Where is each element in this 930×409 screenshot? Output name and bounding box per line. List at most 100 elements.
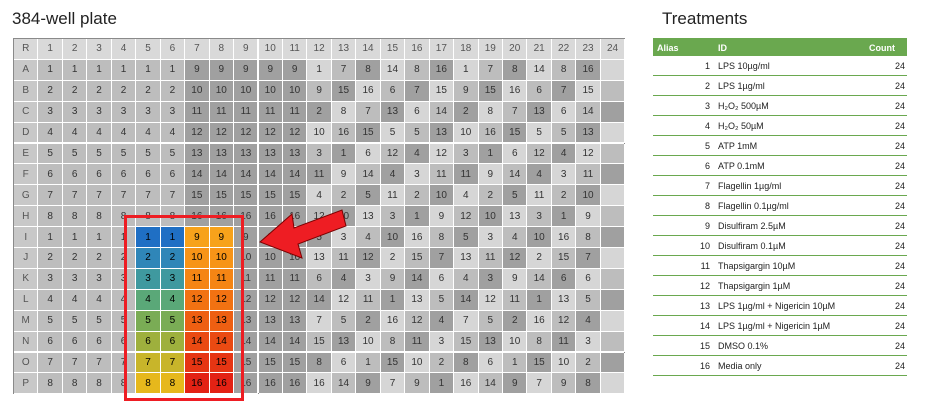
well: 7	[160, 185, 186, 207]
well: 16	[282, 373, 308, 395]
well: 4	[62, 289, 88, 311]
well: 16	[356, 80, 381, 102]
row-header: K	[14, 268, 39, 290]
well: 14	[356, 164, 381, 186]
well: 14	[209, 164, 235, 186]
well: 4	[551, 143, 577, 165]
column-header: 5	[136, 39, 161, 60]
well: 14	[405, 268, 430, 290]
well: 1	[62, 227, 88, 248]
well	[600, 101, 626, 123]
well: 6	[356, 143, 381, 165]
treatment-id: Thapsigargin 1µM	[718, 281, 791, 291]
well: 9	[234, 59, 259, 81]
well: 14	[331, 373, 357, 395]
treatment-row: 3 H₂O₂ 500µM 24	[653, 96, 907, 116]
well: 1	[478, 143, 503, 165]
well: 1	[87, 59, 112, 81]
well: 13	[551, 289, 577, 311]
well: 2	[307, 101, 332, 123]
well: 1	[160, 59, 186, 81]
well: 1	[307, 59, 332, 81]
well: 6	[87, 164, 112, 186]
well: 6	[478, 352, 503, 374]
well: 3	[38, 268, 63, 290]
well: 12	[282, 122, 308, 144]
well: 14	[527, 59, 552, 81]
well: 13	[429, 122, 455, 144]
well: 7	[356, 101, 381, 123]
well: 7	[62, 352, 88, 374]
well: 6	[331, 352, 357, 374]
row-header: J	[14, 248, 39, 269]
well: 5	[87, 310, 112, 332]
treatment-count: 24	[894, 321, 905, 331]
well: 14	[429, 101, 455, 123]
well: 15	[405, 248, 430, 269]
column-header: 1	[38, 39, 63, 60]
well: 4	[38, 122, 63, 144]
well: 11	[282, 101, 308, 123]
header-alias: Alias	[657, 43, 679, 53]
well: 3	[136, 101, 161, 123]
well: 12	[331, 289, 357, 311]
well: 9	[282, 59, 308, 81]
well: 10	[405, 352, 430, 374]
column-header: 21	[527, 39, 552, 60]
treatment-alias: 6	[704, 161, 710, 171]
well: 13	[258, 143, 283, 165]
treatment-count: 24	[894, 121, 905, 131]
well: 12	[429, 143, 455, 165]
well: 6	[307, 268, 332, 290]
well: 6	[62, 331, 88, 353]
well	[600, 59, 626, 81]
treatment-alias: 5	[704, 141, 710, 151]
row-header: L	[14, 289, 39, 311]
well: 4	[429, 310, 455, 332]
treatment-row: 1 LPS 10µg/ml 24	[653, 56, 907, 76]
well: 7	[478, 59, 503, 81]
well: 10	[282, 80, 308, 102]
well: 12	[503, 248, 528, 269]
well: 9	[478, 164, 503, 186]
well: 6	[405, 101, 430, 123]
well	[600, 373, 626, 395]
well: 11	[503, 289, 528, 311]
well: 15	[258, 352, 283, 374]
well: 10	[429, 185, 455, 207]
well: 11	[307, 164, 332, 186]
well: 8	[429, 227, 455, 248]
column-header: 24	[600, 39, 626, 60]
well: 5	[160, 143, 186, 165]
well: 1	[136, 59, 161, 81]
well: 8	[551, 59, 577, 81]
well: 6	[551, 268, 577, 290]
well: 14	[282, 331, 308, 353]
treatment-alias: 16	[699, 361, 710, 371]
well: 7	[405, 80, 430, 102]
treatment-id: Thapsigargin 10µM	[718, 261, 796, 271]
well: 7	[38, 352, 63, 374]
well: 8	[62, 373, 88, 395]
well: 16	[527, 310, 552, 332]
treatment-count: 24	[894, 181, 905, 191]
well	[600, 206, 626, 228]
well: 4	[454, 268, 479, 290]
well: 10	[478, 206, 503, 228]
well: 1	[527, 289, 552, 311]
well: 11	[454, 164, 479, 186]
well: 8	[356, 59, 381, 81]
well: 3	[551, 164, 577, 186]
well: 6	[38, 164, 63, 186]
column-header: 2	[62, 39, 88, 60]
column-header: 10	[258, 39, 283, 60]
well: 16	[258, 373, 283, 395]
well: 14	[576, 101, 601, 123]
well: 3	[160, 101, 186, 123]
well: 8	[62, 206, 88, 228]
well: 11	[405, 331, 430, 353]
treatment-row: 5 ATP 1mM 24	[653, 136, 907, 156]
well: 15	[356, 122, 381, 144]
well: 15	[209, 185, 235, 207]
well: 11	[429, 164, 455, 186]
